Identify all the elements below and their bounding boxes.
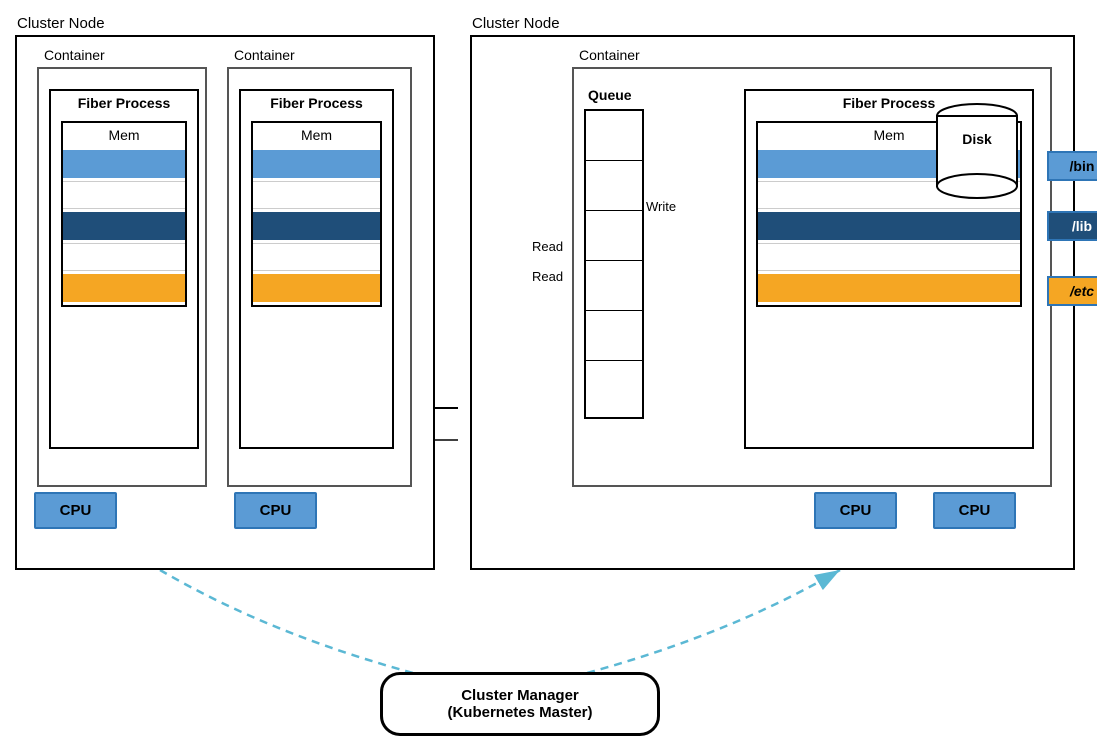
left-fp-1: Fiber Process Mem <box>49 89 199 449</box>
stripe-w2 <box>253 181 380 209</box>
stripe-bl2 <box>253 150 380 178</box>
stripe-w23 <box>758 243 1020 271</box>
right-cluster-node: Cluster Node Container Fiber Process Mem <box>470 35 1075 570</box>
right-cpu-1: CPU <box>814 492 897 529</box>
disk-etc-label: /etc <box>1047 276 1097 306</box>
cluster-manager-line2: (Kubernetes Master) <box>407 704 633 721</box>
left-cluster-node: Cluster Node Container Fiber Process Mem… <box>15 35 435 570</box>
left-cluster-label: Cluster Node <box>17 15 105 32</box>
left-container-2-label: Container <box>234 47 295 63</box>
left-fp-1-label: Fiber Process <box>51 91 197 115</box>
cluster-manager-line1: Cluster Manager <box>407 687 633 704</box>
right-fp: Fiber Process Mem <box>744 89 1034 449</box>
left-mem-1-label: Mem <box>63 123 185 147</box>
disk-lib-label: /lib <box>1047 211 1097 241</box>
right-container: Container Fiber Process Mem <box>572 67 1052 487</box>
stripe-y2 <box>253 274 380 302</box>
right-cpu-2: CPU <box>933 492 1016 529</box>
left-cpu-1: CPU <box>34 492 117 529</box>
left-mem-1: Mem <box>61 121 187 307</box>
stripe-bd2 <box>253 212 380 240</box>
stripe-white <box>63 181 185 209</box>
queue-label: Queue <box>588 87 632 103</box>
queue-box <box>584 109 644 419</box>
stripe-blue-dark <box>63 212 185 240</box>
left-container-2: Container Fiber Process Mem <box>227 67 412 487</box>
disk-cylinder-container: Disk <box>932 101 1022 201</box>
cluster-manager: Cluster Manager (Kubernetes Master) <box>380 672 660 736</box>
right-container-label: Container <box>579 47 640 63</box>
disk-bin-label: /bin <box>1047 151 1097 181</box>
left-mem-2: Mem <box>251 121 382 307</box>
write-label: Write <box>646 199 676 214</box>
read-label-1: Read <box>532 239 563 254</box>
disk-label: Disk <box>932 131 1022 147</box>
read-label-2: Read <box>532 269 563 284</box>
stripe-w22 <box>253 243 380 271</box>
left-container-1-label: Container <box>44 47 105 63</box>
stripe-y3 <box>758 274 1020 302</box>
diagram-container: Cluster Node Container Fiber Process Mem… <box>0 0 1097 752</box>
stripe-bd3 <box>758 212 1020 240</box>
right-cluster-label: Cluster Node <box>472 15 560 32</box>
left-mem-2-label: Mem <box>253 123 380 147</box>
stripe-white2 <box>63 243 185 271</box>
left-fp-2-label: Fiber Process <box>241 91 392 115</box>
left-cpu-2: CPU <box>234 492 317 529</box>
left-container-1: Container Fiber Process Mem <box>37 67 207 487</box>
left-fp-2: Fiber Process Mem <box>239 89 394 449</box>
stripe-yellow <box>63 274 185 302</box>
stripe-blue-light <box>63 150 185 178</box>
